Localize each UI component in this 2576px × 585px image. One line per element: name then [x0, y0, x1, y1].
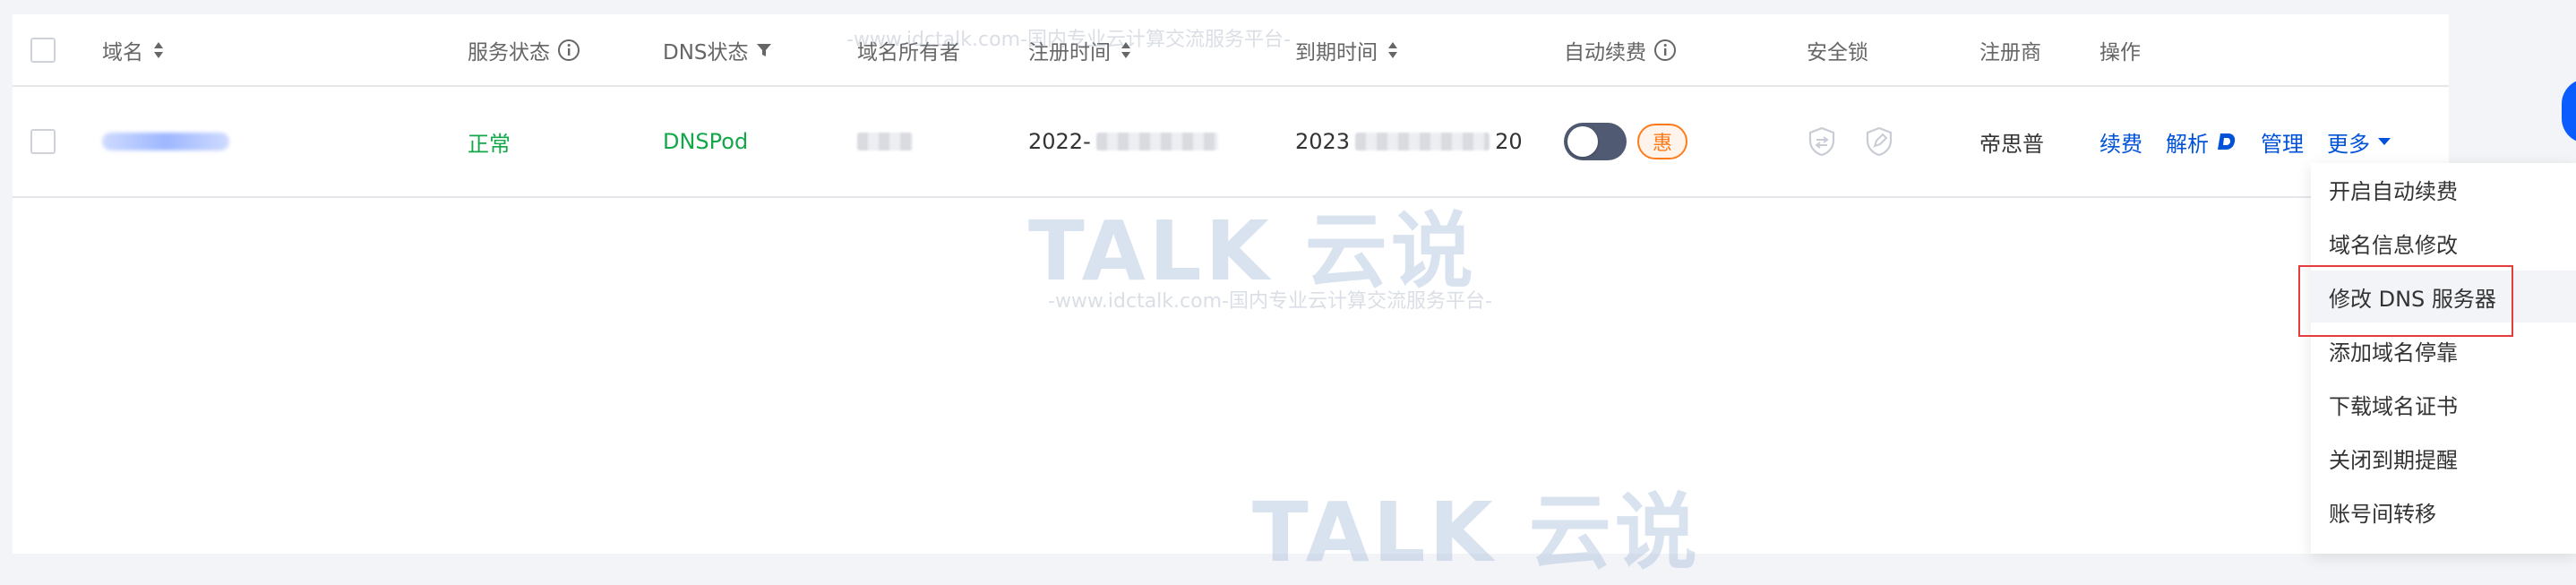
- service-status-value: 正常: [468, 87, 511, 196]
- menu-item-transfer-between-accounts[interactable]: 账号间转移: [2311, 486, 2576, 538]
- sort-icon[interactable]: [1387, 40, 1399, 60]
- watermark-text: -www.idctalk.com-国内专业云计算交流服务平台-: [1048, 290, 1492, 313]
- reg-time-value: 2022-: [1028, 87, 1218, 196]
- menu-item-download-certificate[interactable]: 下载域名证书: [2311, 378, 2576, 430]
- header-dns-status[interactable]: DNS状态: [663, 14, 772, 85]
- more-dropdown-button[interactable]: 更多: [2327, 126, 2391, 158]
- header-actions: 操作: [2099, 14, 2141, 85]
- security-lock-cell: [1807, 87, 1894, 196]
- transfer-lock-icon[interactable]: [1807, 126, 1837, 157]
- header-dns-status-label: DNS状态: [663, 40, 749, 65]
- expire-time-suffix: 20: [1495, 129, 1523, 154]
- caret-down-icon: [2377, 136, 2391, 147]
- header-expire-time-label: 到期时间: [1295, 40, 1378, 65]
- header-expire-time[interactable]: 到期时间: [1295, 14, 1399, 85]
- menu-item-enable-auto-renew[interactable]: 开启自动续费: [2311, 163, 2576, 215]
- menu-item-modify-dns-server[interactable]: 修改 DNS 服务器: [2311, 271, 2576, 323]
- sort-icon[interactable]: [152, 40, 165, 60]
- promo-badge[interactable]: 惠: [1637, 124, 1687, 159]
- toggle-knob: [1567, 126, 1598, 157]
- domain-name-blurred[interactable]: [102, 133, 229, 151]
- header-auto-renew: 自动续费: [1564, 14, 1677, 85]
- auto-renew-cell: 惠: [1564, 87, 1687, 196]
- header-security-lock-label: 安全锁: [1807, 40, 1868, 65]
- watermark-logo: TALK 云说: [1252, 485, 1701, 581]
- expire-time-prefix: 2023: [1295, 129, 1351, 154]
- registrar-text: 帝思普: [1979, 131, 2044, 157]
- filter-icon[interactable]: [756, 42, 772, 58]
- manage-link[interactable]: 管理: [2261, 126, 2304, 158]
- row-select-checkbox-cell[interactable]: [30, 87, 56, 196]
- resolve-link-label: 解析: [2166, 131, 2209, 157]
- select-all-checkbox-cell[interactable]: [30, 14, 56, 85]
- row-select-checkbox[interactable]: [30, 129, 56, 154]
- auto-renew-toggle[interactable]: [1564, 123, 1627, 160]
- header-domain[interactable]: 域名: [102, 14, 165, 85]
- expire-time-value: 2023 20: [1295, 87, 1523, 196]
- info-icon[interactable]: [557, 39, 580, 62]
- header-service-status-label: 服务状态: [468, 40, 550, 65]
- domain-name-link[interactable]: [102, 87, 229, 196]
- header-actions-label: 操作: [2099, 40, 2141, 65]
- menu-item-edit-domain-info[interactable]: 域名信息修改: [2311, 217, 2576, 269]
- resolve-link[interactable]: 解析: [2166, 126, 2237, 158]
- menu-item-disable-expiry-reminder[interactable]: 关闭到期提醒: [2311, 432, 2576, 484]
- side-bubble[interactable]: [2562, 79, 2576, 143]
- update-lock-icon[interactable]: [1864, 126, 1894, 157]
- header-domain-label: 域名: [102, 40, 143, 65]
- header-auto-renew-label: 自动续费: [1564, 40, 1646, 65]
- more-actions-menu: 开启自动续费 域名信息修改 修改 DNS 服务器 添加域名停靠 下载域名证书 关…: [2311, 163, 2576, 554]
- dns-status-text: DNSPod: [663, 129, 749, 154]
- select-all-checkbox[interactable]: [30, 37, 56, 63]
- reg-time-blurred: [1095, 133, 1218, 151]
- owner-value: [857, 87, 913, 196]
- expire-time-blurred: [1355, 133, 1490, 151]
- registrar-value: 帝思普: [1979, 87, 2044, 196]
- menu-item-add-domain-parking[interactable]: 添加域名停靠: [2311, 324, 2576, 376]
- dns-status-value: DNSPod: [663, 87, 748, 196]
- header-security-lock: 安全锁: [1807, 14, 1868, 85]
- owner-blurred: [857, 133, 913, 151]
- info-icon[interactable]: [1653, 39, 1677, 62]
- more-label: 更多: [2327, 131, 2370, 157]
- table-row: 正常 DNSPod 2022- 2023 20 惠 帝思普 续费 解析 管理 更…: [13, 87, 2449, 198]
- watermark-text: -www.idctalk.com-国内专业云计算交流服务平台-: [846, 29, 1291, 51]
- renew-link[interactable]: 续费: [2099, 126, 2142, 158]
- header-registrar: 注册商: [1979, 14, 2041, 85]
- reg-time-prefix: 2022-: [1028, 129, 1091, 154]
- service-status-text: 正常: [468, 131, 511, 157]
- header-registrar-label: 注册商: [1979, 40, 2041, 65]
- dnspod-icon: [2216, 131, 2237, 152]
- promo-badge-text: 惠: [1652, 133, 1672, 155]
- header-service-status: 服务状态: [468, 14, 580, 85]
